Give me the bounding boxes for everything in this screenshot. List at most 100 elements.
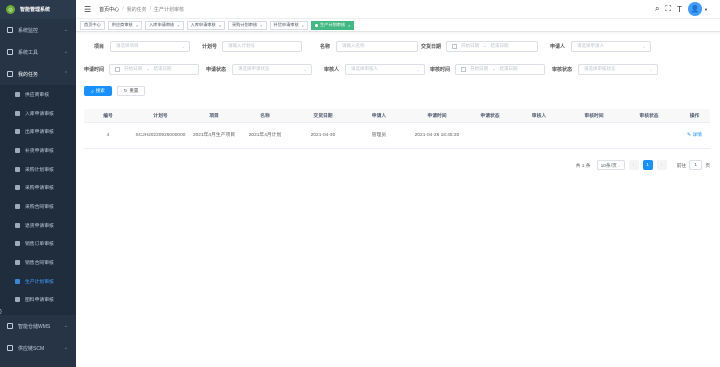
data-table: 编号 计划号 项目 名称 交货日期 申请人 申请时间 申请状态 审核人 审核时间… (84, 109, 710, 149)
hamburger-icon[interactable]: ☰ (84, 5, 91, 14)
column-header: 编号 (103, 114, 113, 119)
sidebar-item-sales-contract-review[interactable]: 销售合同审核 (0, 253, 76, 272)
sidebar-item-material-review[interactable]: 图料申请审核 (0, 291, 76, 310)
cell-name: 2021年4月计划 (248, 133, 282, 138)
delivery-date-range[interactable]: 开始日期 - 结束日期 (446, 40, 539, 52)
breadcrumb-item: 生产计划审核 (153, 6, 184, 13)
apply-status-select[interactable]: 请选择申请状态 ⌄ (232, 63, 313, 75)
sidebar-item-label: 出库申请审核 (25, 130, 54, 136)
page-size-value: 10条/页 (600, 163, 617, 169)
tag-purchase-plan-review[interactable]: 采购计划审核 × (228, 20, 267, 30)
reviewer-select[interactable]: 请选择审核人 ⌄ (345, 63, 426, 75)
header-tools: ⌕ ⛶ T 👤 ▼ (649, 2, 708, 16)
breadcrumb-separator: / (122, 5, 124, 12)
search-button[interactable]: ⌕ 搜索 (84, 86, 112, 96)
close-icon[interactable]: × (177, 23, 179, 28)
sidebar-item-purchase-apply-review[interactable]: 采购申请审核 (0, 178, 76, 197)
plan-no-input[interactable]: 请输入计划号 (222, 40, 303, 52)
sidebar-item-production-plan-review[interactable]: 生产计划审核 (0, 272, 76, 291)
tag-production-plan-review[interactable]: 生产计划审核 × (311, 20, 355, 30)
sidebar-item-label: 图料申请审核 (25, 298, 54, 304)
page-number-current[interactable]: 1 (642, 160, 653, 170)
menu-group-label: 智能仓储WMS (18, 323, 51, 330)
menu-group-scm[interactable]: 供应链SCM ⌄ (0, 337, 76, 359)
review-status-select[interactable]: 请选择审核状态 ⌄ (578, 63, 659, 75)
tag-inbound-review-2[interactable]: 入库申请审核 × (186, 20, 226, 30)
reviewer-placeholder: 请选择审核人 (351, 66, 379, 71)
table-row: 4 SCJH20220925000000 2021年4月生产项目 2021年4月… (84, 123, 710, 149)
review-time-range[interactable]: 开始日期 - 结束日期 (455, 63, 546, 75)
active-dot-icon (315, 23, 318, 27)
purchase-icon (15, 185, 20, 191)
monitor-icon (7, 27, 13, 33)
menu-group-tasks[interactable]: 我的任务 ⌃ (0, 63, 76, 85)
sidebar-item-inbound-review[interactable]: 入库申请审核 (0, 104, 76, 123)
sidebar-item-purchase-contract-review[interactable]: 采购合同审核 (0, 197, 76, 216)
tag-replenish-review[interactable]: 补货申请审核 × (269, 20, 308, 30)
cell-apply-time: 2021-04-28 16:45:30 (414, 133, 460, 138)
breadcrumb-item: 我的任务 (126, 6, 147, 13)
fullscreen-icon[interactable]: ⛶ (666, 4, 672, 14)
refresh-icon: ↻ (123, 88, 128, 93)
sidebar-item-supplier-review[interactable]: 供应商审核 (0, 85, 76, 104)
sidebar-item-outbound-review[interactable]: 出库申请审核 (0, 122, 76, 141)
tag-label: 入库申请审核 (149, 22, 175, 27)
apply-time-end: 结束日期 (153, 66, 172, 71)
pagination: 共 1 条 10条/页 ⌄ ‹ 1 › 前往 1 页 (576, 160, 710, 170)
close-icon[interactable]: × (136, 23, 138, 28)
avatar[interactable]: 👤 (688, 2, 703, 16)
apply-time-label: 申请时间 (84, 66, 105, 73)
column-header: 交货日期 (313, 114, 333, 119)
menu-group-monitor[interactable]: 系统监控 ⌄ (0, 19, 76, 41)
tag-home[interactable]: 首页中心 (80, 20, 105, 30)
range-separator: - (147, 66, 149, 72)
calendar-icon (115, 66, 121, 72)
tag-supplier-review[interactable]: 供应商审核 × (107, 20, 143, 30)
column-header: 项目 (209, 114, 219, 119)
chevron-down-icon: ⌄ (416, 66, 421, 72)
tag-label: 采购计划审核 (232, 22, 258, 27)
sidebar-item-sales-order-review[interactable]: 销售订单审核 (0, 235, 76, 254)
breadcrumb-item[interactable]: 首页中心 (99, 6, 119, 13)
sidebar-item-replenish-review[interactable]: 补货申请审核 (0, 141, 76, 160)
apply-status-label: 申请状态 (206, 66, 227, 73)
tag-label: 补货申请审核 (273, 22, 299, 27)
tag-inbound-review[interactable]: 入库申请审核 × (145, 20, 184, 30)
next-page-button[interactable]: › (656, 160, 667, 170)
apply-time-start: 开始日期 (124, 66, 143, 71)
project-select[interactable]: 请选择项目 ⌄ (110, 40, 191, 52)
sidebar-item-purchase-plan-review[interactable]: 采购计划审核 (0, 160, 76, 179)
bar-chart-icon (15, 166, 20, 172)
warehouse-icon (7, 323, 13, 330)
applicant-select[interactable]: 请选择申请人 ⌄ (571, 40, 652, 52)
brand[interactable]: ◎ 智能管理系统 (0, 0, 76, 19)
material-icon (15, 297, 20, 303)
caret-down-icon[interactable]: ▼ (704, 7, 708, 12)
range-separator: - (493, 66, 495, 72)
font-size-icon[interactable]: T (677, 5, 682, 14)
production-icon (15, 278, 20, 284)
sidebar-item-label: 采购合同审核 (25, 204, 54, 210)
prev-page-button[interactable]: ‹ (628, 160, 639, 170)
close-icon[interactable]: × (302, 23, 304, 28)
menu-group-label: 供应链SCM (18, 345, 45, 352)
name-input[interactable]: 请输入名称 (336, 40, 419, 52)
search-button-label: 搜索 (95, 88, 105, 93)
close-icon[interactable]: × (260, 23, 262, 28)
cell-applicant: 管理员 (371, 133, 387, 138)
apply-time-range[interactable]: 开始日期 - 结束日期 (109, 63, 200, 75)
tag-label: 供应商审核 (111, 22, 133, 27)
goto-page-input[interactable]: 1 (689, 160, 703, 170)
detail-link[interactable]: ✎ 详情 (679, 132, 710, 139)
reset-button[interactable]: ↻ 重置 (117, 86, 145, 96)
close-icon[interactable]: × (348, 23, 350, 28)
sidebar-item-label: 销售合同审核 (25, 261, 54, 267)
menu-group-tools[interactable]: 系统工具 ⌄ (0, 41, 76, 63)
sidebar-item-return-review[interactable]: 退货申请审核 (0, 216, 76, 235)
close-icon[interactable]: × (219, 23, 221, 28)
search-icon: ⌕ (91, 88, 94, 94)
column-header: 申请时间 (427, 114, 447, 119)
page-size-select[interactable]: 10条/页 ⌄ (596, 160, 625, 170)
menu-group-wms[interactable]: 智能仓储WMS ⌄ (0, 315, 76, 337)
search-icon[interactable]: ⌕ (655, 4, 659, 14)
